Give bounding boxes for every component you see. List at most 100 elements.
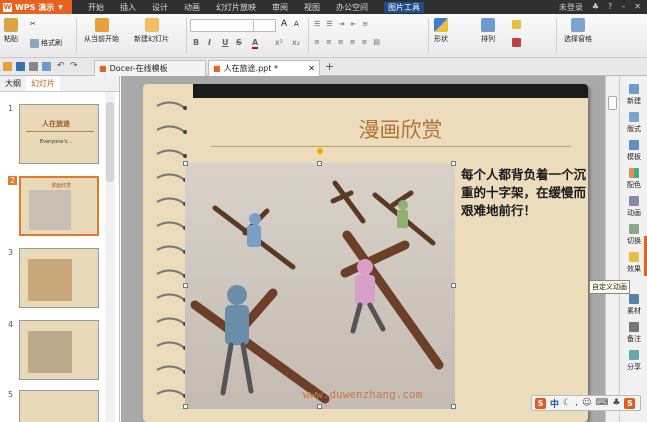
panel-new[interactable]: 新建: [620, 84, 647, 106]
panel-template[interactable]: 模板: [620, 140, 647, 162]
tab-outline[interactable]: 大纲: [0, 76, 26, 91]
bold-icon[interactable]: B: [193, 38, 199, 47]
arrange-button[interactable]: 排列: [481, 18, 495, 44]
tab-docer-templates[interactable]: ■ Docer-在线模板: [94, 60, 206, 76]
slide-title[interactable]: 漫画欣赏: [213, 114, 588, 144]
ime-toolbar[interactable]: S 中 ☾ , ☺ ⌨ ♣ S: [531, 395, 641, 411]
align-left-icon: ≡: [314, 38, 320, 46]
comic-picture[interactable]: www.duwenzhang.com: [185, 163, 455, 409]
panel-color-scheme[interactable]: 配色: [620, 168, 647, 190]
panel-share[interactable]: 分享: [620, 350, 647, 372]
font-color-icon[interactable]: A: [252, 38, 259, 49]
grow-font-icon[interactable]: A: [281, 19, 287, 29]
tab-slides[interactable]: 幻灯片: [26, 76, 60, 91]
panel-animation[interactable]: 动画: [620, 196, 647, 218]
format-painter-button[interactable]: 格式刷: [30, 38, 62, 48]
menu-slideshow[interactable]: 幻灯片放映: [216, 2, 256, 13]
slide-thumbnail-5[interactable]: [19, 390, 99, 422]
underline-icon[interactable]: U: [222, 38, 229, 47]
shape-button[interactable]: 形状: [434, 18, 448, 44]
sogou-icon[interactable]: S: [624, 397, 636, 409]
number-list-icon: ☰: [326, 20, 333, 28]
menu-bar: W WPS 演示 ▼ 开始 插入 设计 动画 幻灯片放映 审阅 视图 办公空间 图片…: [0, 0, 647, 14]
shrink-font-icon[interactable]: A: [294, 20, 299, 28]
slide-thumbnail-1[interactable]: 人在旅途 Everyone's...: [19, 104, 99, 164]
resize-handle[interactable]: [317, 404, 322, 409]
keyboard-icon[interactable]: ⌨: [595, 398, 608, 408]
redo-icon[interactable]: ↷: [70, 61, 78, 71]
close-icon[interactable]: ✕: [634, 2, 641, 13]
paste-button[interactable]: 粘贴: [4, 18, 18, 44]
slide-scrollbar[interactable]: [605, 76, 619, 422]
cut-button[interactable]: ✂: [30, 20, 36, 28]
title-underline: [211, 146, 571, 147]
save-icon[interactable]: [16, 62, 25, 71]
tab-close-icon[interactable]: ✕: [308, 64, 315, 73]
slide-thumbnail-4[interactable]: [19, 320, 99, 380]
from-current-slide-button[interactable]: 从当前开始: [84, 18, 119, 44]
resize-handle[interactable]: [317, 161, 322, 166]
notes-icon: [629, 322, 639, 332]
resize-handle[interactable]: [451, 161, 456, 166]
italic-icon[interactable]: I: [208, 38, 211, 47]
sogou-icon[interactable]: S: [535, 397, 546, 409]
login-status[interactable]: 未登录: [559, 2, 583, 13]
resize-handle[interactable]: [183, 283, 188, 288]
menu-picture-tools[interactable]: 图片工具: [384, 1, 424, 13]
punctuation-icon[interactable]: ,: [575, 398, 578, 408]
app-menu-button[interactable]: W WPS 演示 ▼: [0, 0, 72, 14]
select-pane-icon: [571, 18, 585, 32]
menu-insert[interactable]: 插入: [120, 2, 136, 13]
resize-handle[interactable]: [451, 404, 456, 409]
slide-number: 5: [8, 390, 14, 399]
material-icon: [629, 294, 639, 304]
rotate-handle[interactable]: [317, 148, 323, 154]
print-icon[interactable]: [29, 62, 38, 71]
menu-home[interactable]: 开始: [88, 2, 104, 13]
panel-transition[interactable]: 切换: [620, 224, 647, 246]
slide[interactable]: 漫画欣赏 www.duwenzhang.com 每个人都背负着一个沉重的十字架，…: [143, 84, 588, 422]
paste-icon: [4, 18, 18, 32]
strikethrough-icon[interactable]: S: [236, 38, 242, 47]
menu-review[interactable]: 审阅: [272, 2, 288, 13]
menu-animation[interactable]: 动画: [184, 2, 200, 13]
menu-view[interactable]: 视图: [304, 2, 320, 13]
slide-number: 1: [8, 104, 14, 113]
open-folder-icon[interactable]: [3, 62, 12, 71]
slide-caption[interactable]: 每个人都背负着一个沉重的十字架，在缓慢而艰难地前行！: [461, 166, 586, 220]
ime-language[interactable]: 中: [550, 397, 559, 410]
new-slide-button[interactable]: 新建幻灯片: [134, 18, 169, 44]
menu-office-space[interactable]: 办公空间: [336, 2, 368, 13]
panel-notes[interactable]: 备注: [620, 322, 647, 344]
align-tools[interactable]: ≡ ≡ ≡ ≡ ≡ ▤: [314, 38, 380, 46]
select-pane-button[interactable]: 选择窗格: [564, 18, 592, 44]
help-icon[interactable]: ?: [608, 2, 612, 13]
preview-icon[interactable]: [42, 62, 51, 71]
resize-handle[interactable]: [183, 404, 188, 409]
resize-handle[interactable]: [183, 161, 188, 166]
subscript-icon[interactable]: x₂: [292, 38, 300, 47]
skin-icon[interactable]: ♣: [612, 398, 620, 408]
slide-thumbnail-2[interactable]: 漫画欣赏: [19, 176, 99, 236]
new-tab-icon[interactable]: +: [325, 60, 334, 73]
superscript-icon[interactable]: x²: [275, 38, 283, 47]
skin-icon[interactable]: ♣: [592, 2, 599, 13]
thumbnail-scrollbar[interactable]: [105, 92, 115, 422]
fill-button[interactable]: [512, 20, 521, 29]
resize-handle[interactable]: [451, 283, 456, 288]
tab-current-document[interactable]: ■ 人在旅途.ppt * ✕: [208, 60, 320, 76]
emoji-icon[interactable]: ☺: [582, 398, 591, 408]
moon-icon[interactable]: ☾: [563, 398, 571, 408]
paragraph-tools[interactable]: ☰ ☰ ⇥ ⇤ ≡: [314, 20, 368, 28]
panel-material[interactable]: 素材: [620, 294, 647, 316]
undo-icon[interactable]: ↶: [57, 61, 65, 71]
minimize-icon[interactable]: –: [621, 2, 625, 13]
slide-number: 2: [8, 176, 18, 185]
scissors-icon: ✂: [30, 20, 36, 28]
slide-thumbnail-3[interactable]: [19, 248, 99, 308]
font-size-select[interactable]: [253, 19, 276, 32]
menu-design[interactable]: 设计: [152, 2, 168, 13]
panel-layout[interactable]: 版式: [620, 112, 647, 134]
panel-effects[interactable]: 效果: [620, 252, 647, 274]
outline-button[interactable]: [512, 38, 521, 47]
